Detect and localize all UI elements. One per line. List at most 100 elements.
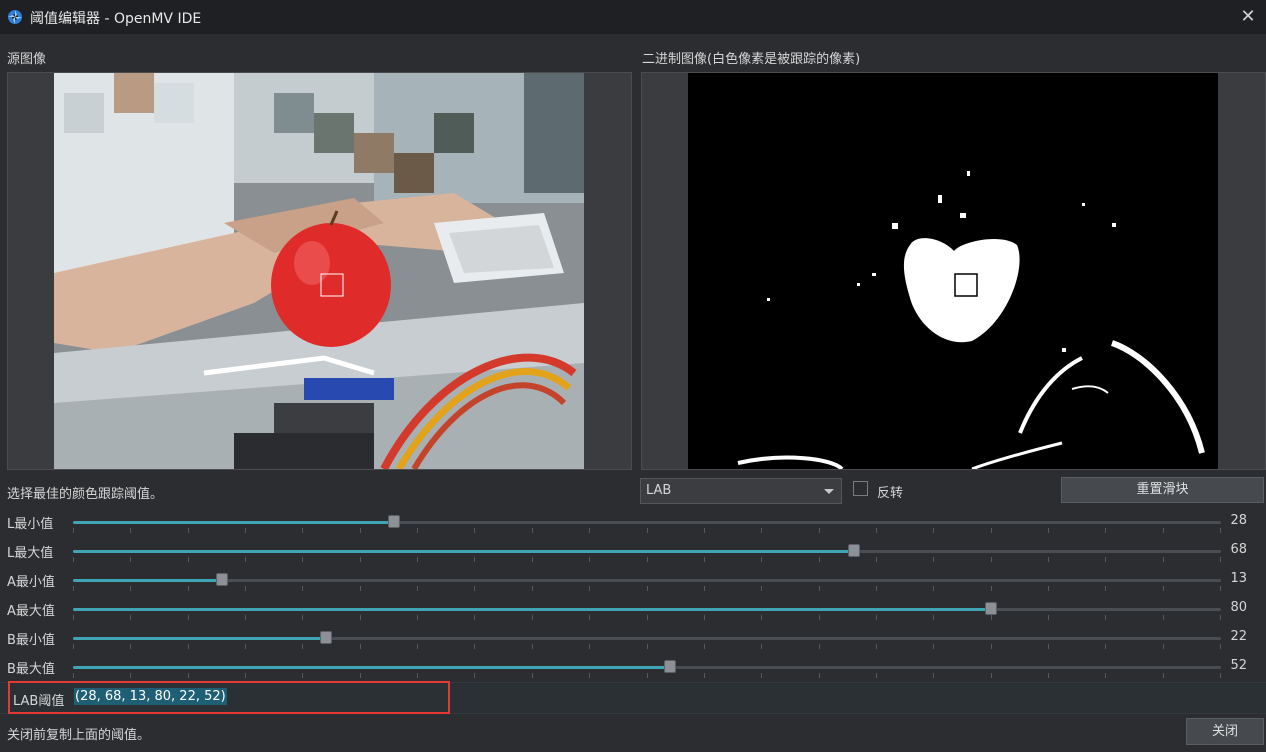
slider-row: L最小值 28 xyxy=(0,508,1266,537)
slider-tick xyxy=(990,586,992,591)
slider-tick xyxy=(1220,528,1221,533)
slider-ticks xyxy=(73,615,1221,620)
slider-tick xyxy=(359,557,361,562)
openmv-logo-icon xyxy=(8,10,22,24)
slider-track[interactable] xyxy=(73,515,1221,528)
slider-tick xyxy=(417,528,419,533)
slider-tick xyxy=(474,673,476,678)
slider-tick xyxy=(1105,644,1107,649)
slider-track[interactable] xyxy=(73,602,1221,615)
slider-handle[interactable] xyxy=(847,544,860,557)
slider-row: B最小值 22 xyxy=(0,624,1266,653)
slider-label: A最大值 xyxy=(7,604,55,619)
slider-fill xyxy=(73,608,992,611)
slider-label: L最小值 xyxy=(7,517,54,532)
slider-tick xyxy=(761,673,763,678)
slider-handle[interactable] xyxy=(216,573,229,586)
slider-tick xyxy=(417,557,419,562)
slider-handle[interactable] xyxy=(985,602,998,615)
slider-tick xyxy=(245,644,247,649)
slider-tick xyxy=(589,528,591,533)
slider-ticks xyxy=(73,528,1221,533)
close-button[interactable]: 关闭 xyxy=(1186,718,1264,745)
binary-image xyxy=(642,73,1265,469)
slider-tick xyxy=(73,615,74,620)
slider-tick xyxy=(703,673,705,678)
slider-label: B最大值 xyxy=(7,662,55,677)
slider-tick xyxy=(703,615,705,620)
slider-tick xyxy=(1047,644,1049,649)
slider-tick xyxy=(1220,615,1221,620)
slider-tick xyxy=(1162,586,1164,591)
slider-tick xyxy=(818,644,820,649)
slider-tick xyxy=(245,615,247,620)
slider-tick xyxy=(73,644,74,649)
slider-ticks xyxy=(73,557,1221,562)
slider-tick xyxy=(1162,528,1164,533)
slider-tick xyxy=(359,528,361,533)
slider-tick xyxy=(73,528,74,533)
slider-tick xyxy=(73,673,74,678)
slider-track[interactable] xyxy=(73,631,1221,644)
slider-tick xyxy=(761,586,763,591)
slider-tick xyxy=(1047,528,1049,533)
slider-tick xyxy=(818,673,820,678)
slider-tick xyxy=(359,644,361,649)
footer-hint: 关闭前复制上面的阈值。 xyxy=(7,728,151,743)
slider-tick xyxy=(818,586,820,591)
slider-handle[interactable] xyxy=(319,631,332,644)
source-image-label: 源图像 xyxy=(7,52,47,67)
slider-tick xyxy=(589,673,591,678)
slider-tick xyxy=(245,557,247,562)
slider-tick xyxy=(417,586,419,591)
reset-sliders-button[interactable]: 重置滑块 xyxy=(1061,477,1264,503)
slider-tick xyxy=(933,615,935,620)
slider-tick xyxy=(245,528,247,533)
slider-tick xyxy=(130,557,132,562)
slider-tick xyxy=(359,615,361,620)
slider-tick xyxy=(1105,615,1107,620)
slider-tick xyxy=(531,673,533,678)
slider-tick xyxy=(646,673,648,678)
title-bar: 阈值编辑器 - OpenMV IDE ✕ xyxy=(0,0,1266,34)
slider-track[interactable] xyxy=(73,544,1221,557)
slider-tick xyxy=(761,528,763,533)
source-image-panel xyxy=(7,72,632,470)
slider-tick xyxy=(531,528,533,533)
slider-tick xyxy=(302,557,304,562)
slider-tick xyxy=(130,644,132,649)
slider-row: B最大值 52 xyxy=(0,653,1266,682)
slider-tick xyxy=(646,586,648,591)
color-space-value: LAB xyxy=(646,483,672,498)
binary-image-panel xyxy=(641,72,1266,470)
slider-tick xyxy=(73,557,74,562)
slider-tick xyxy=(703,586,705,591)
slider-tick xyxy=(875,673,877,678)
slider-tick xyxy=(1047,673,1049,678)
slider-track[interactable] xyxy=(73,660,1221,673)
slider-tick xyxy=(818,557,820,562)
color-space-select[interactable]: LAB xyxy=(640,478,842,504)
slider-tick xyxy=(761,615,763,620)
invert-checkbox[interactable] xyxy=(853,481,868,496)
slider-handle[interactable] xyxy=(388,515,401,528)
slider-tick xyxy=(245,586,247,591)
slider-track[interactable] xyxy=(73,573,1221,586)
slider-tick xyxy=(818,615,820,620)
slider-tick xyxy=(933,673,935,678)
slider-fill xyxy=(73,666,670,669)
slider-ticks xyxy=(73,673,1221,678)
slider-tick xyxy=(187,615,189,620)
slider-tick xyxy=(589,586,591,591)
slider-value: 13 xyxy=(1230,571,1247,586)
slider-tick xyxy=(646,615,648,620)
slider-tick xyxy=(1162,644,1164,649)
slider-tick xyxy=(875,528,877,533)
slider-handle[interactable] xyxy=(663,660,676,673)
slider-tick xyxy=(646,557,648,562)
slider-tick xyxy=(417,615,419,620)
slider-row: L最大值 68 xyxy=(0,537,1266,566)
slider-tick xyxy=(875,615,877,620)
close-window-icon[interactable]: ✕ xyxy=(1236,5,1260,29)
source-image xyxy=(8,73,631,469)
